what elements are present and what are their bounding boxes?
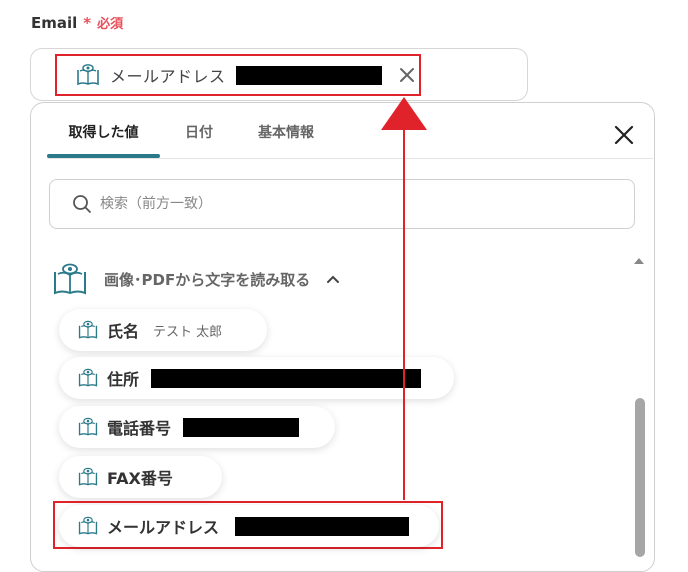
item-value-redacted [183,417,300,437]
close-icon[interactable] [398,66,416,84]
search-box[interactable] [49,179,635,229]
scroll-up-arrow-icon[interactable] [633,257,645,265]
item-value-redacted [235,516,410,536]
list-item-name[interactable]: 氏名 テスト 太郎 [59,309,267,351]
book-eye-icon [78,467,98,486]
book-eye-icon [78,368,98,387]
item-value: テスト 太郎 [153,324,223,340]
book-eye-icon [54,263,86,295]
active-tab-indicator [47,154,160,158]
list-item-email[interactable]: メールアドレス [59,505,439,547]
search-icon [73,195,91,213]
tab-basic-info[interactable]: 基本情報 [238,118,334,156]
item-label: 住所 [107,370,140,389]
group-label: 画像･PDFから文字を読み取る [104,270,311,289]
search-input[interactable] [98,195,582,213]
field-label-text: Email [31,13,78,32]
tabs-divider [47,158,653,159]
token-value-redacted [235,65,382,85]
panel-tabs: 取得した値 日付 基本情報 [47,118,334,156]
field-label: Email * 必須 [31,13,124,33]
item-value-redacted [151,368,422,388]
list-item-address[interactable]: 住所 [59,357,454,399]
book-eye-icon [77,64,99,86]
book-eye-icon [78,320,98,339]
required-text: 必須 [97,17,124,32]
item-label: 氏名 [107,322,140,341]
required-star: * [83,13,92,32]
selected-value-token[interactable]: メールアドレス [55,54,421,96]
tab-date[interactable]: 日付 [160,118,238,156]
chevron-up-icon[interactable] [326,274,340,284]
tab-acquired-values[interactable]: 取得した値 [47,118,160,156]
scrollbar-thumb[interactable] [635,398,645,557]
item-label: FAX番号 [107,469,173,488]
list-item-fax[interactable]: FAX番号 [59,456,222,498]
book-eye-icon [78,516,98,535]
group-header[interactable]: 画像･PDFから文字を読み取る [52,261,340,297]
book-eye-icon [78,417,98,436]
item-label: 電話番号 [107,419,172,438]
item-label: メールアドレス [107,518,220,537]
close-icon[interactable] [613,124,635,146]
list-item-phone[interactable]: 電話番号 [59,406,335,448]
token-label: メールアドレス [110,67,226,86]
